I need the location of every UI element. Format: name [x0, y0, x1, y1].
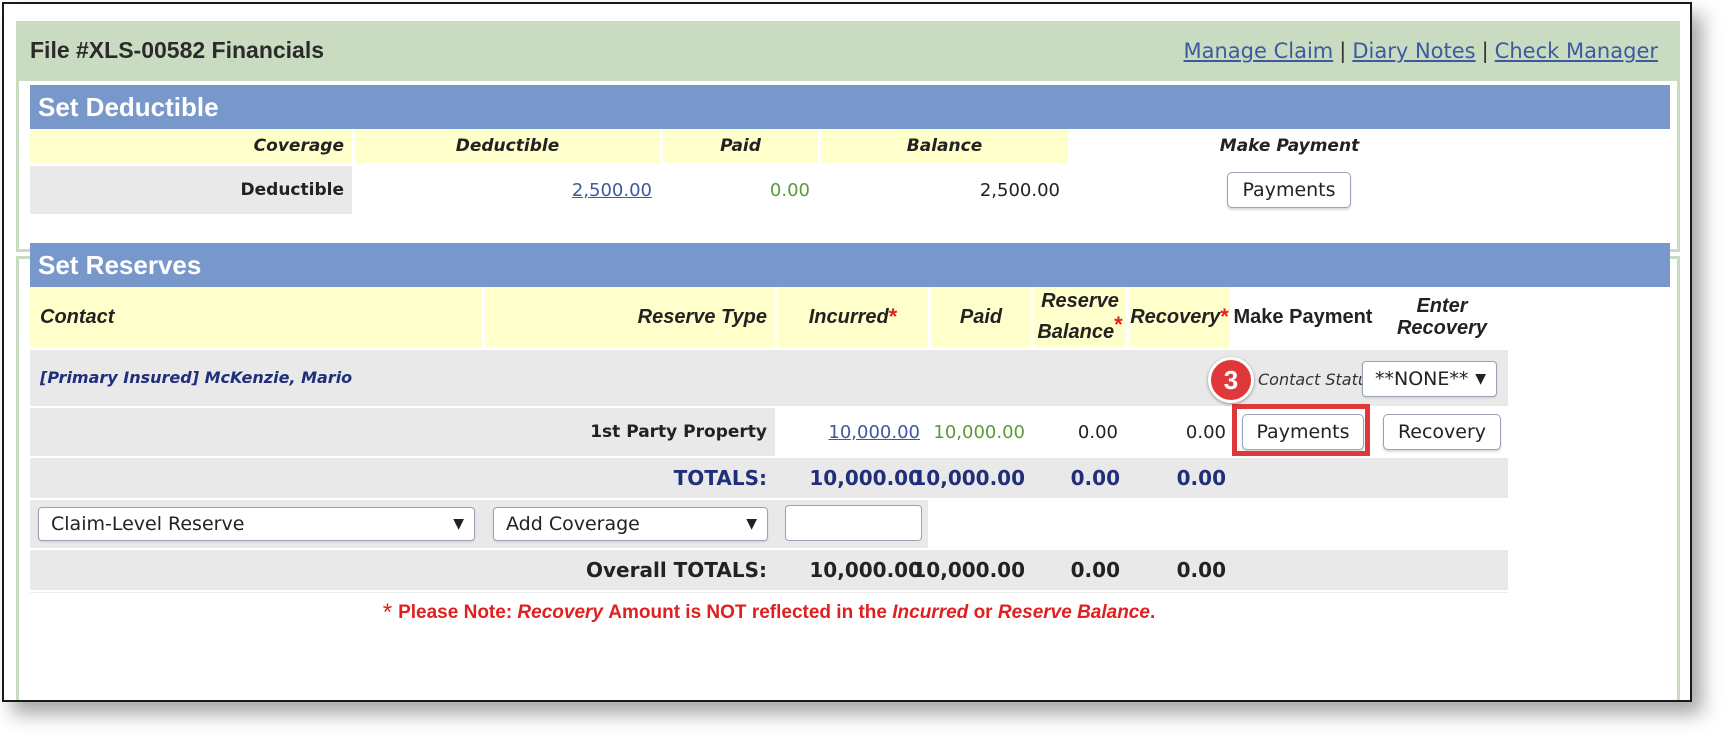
col-contact: Contact: [30, 287, 482, 347]
payments-highlight-box: [1232, 404, 1370, 456]
header-links: Manage Claim | Diary Notes | Check Manager: [1184, 39, 1659, 63]
col-incurred-label: Incurred: [808, 305, 889, 328]
reserve-balance: 0.00: [1034, 408, 1126, 456]
overall-reserve-balance: 0.00: [1070, 558, 1120, 582]
deductible-amount-link[interactable]: 2,500.00: [572, 180, 652, 201]
add-coverage-select[interactable]: Add Coverage ▼: [493, 507, 768, 541]
page-header: File #XLS-00582 Financials Manage Claim |…: [16, 21, 1680, 81]
col-recovery-label: Recovery: [1130, 305, 1221, 328]
overall-totals-label: Overall TOTALS:: [586, 558, 767, 582]
claim-level-reserve-select[interactable]: Claim-Level Reserve ▼: [38, 507, 475, 541]
step-number-badge: 3: [1208, 357, 1254, 403]
col-enter-recovery-line2: Recovery: [1396, 317, 1488, 339]
overall-incurred: 10,000.00: [809, 558, 922, 582]
col-reserve-balance-line1: Reserve: [1041, 290, 1119, 312]
diary-notes-link[interactable]: Diary Notes: [1352, 39, 1475, 63]
recovery-button[interactable]: Recovery: [1383, 414, 1501, 450]
claim-level-reserve-value: Claim-Level Reserve: [51, 513, 245, 535]
page-title: File #XLS-00582 Financials: [30, 37, 325, 63]
deductible-amount-cell: 2,500.00: [355, 166, 660, 214]
incurred-cell: 10,000.00: [778, 408, 928, 456]
col-paid: Paid: [663, 129, 818, 163]
col-enter-recovery-line1: Enter: [1416, 295, 1468, 317]
col-make-payment: Make Payment: [1071, 129, 1508, 163]
check-manager-link[interactable]: Check Manager: [1495, 39, 1658, 63]
caret-down-icon: ▼: [453, 516, 464, 532]
col-deductible: Deductible: [355, 129, 660, 163]
overall-paid: 10,000.00: [912, 558, 1025, 582]
deductible-coverage-label: Deductible: [30, 166, 352, 214]
col-reserve-type: Reserve Type: [485, 287, 775, 347]
totals-incurred: 10,000.00: [809, 466, 922, 490]
col-coverage: Coverage: [30, 129, 352, 163]
reserve-type-label: 1st Party Property: [30, 408, 775, 456]
note-reserve-balance: Reserve Balance: [997, 601, 1150, 623]
link-separator: |: [1339, 39, 1347, 63]
manage-claim-link[interactable]: Manage Claim: [1184, 39, 1334, 63]
col-balance: Balance: [821, 129, 1068, 163]
col-incurred: Incurred *: [778, 287, 928, 347]
col-recovery: Recovery *: [1129, 287, 1230, 347]
note-middle: Amount is NOT reflected in the: [608, 601, 887, 623]
required-mark: *: [1220, 304, 1229, 329]
note-or: or: [973, 601, 993, 623]
financials-window: File #XLS-00582 Financials Manage Claim |…: [2, 2, 1692, 702]
totals-recovery: 0.00: [1176, 466, 1226, 490]
note-recovery: Recovery: [517, 601, 603, 623]
reserve-recovery: 0.00: [1129, 408, 1230, 456]
incurred-amount-link[interactable]: 10,000.00: [828, 422, 920, 443]
add-reserve-blank: [931, 500, 1508, 548]
required-mark: *: [888, 304, 898, 329]
totals-label: TOTALS:: [673, 466, 767, 490]
deductible-balance: 2,500.00: [821, 166, 1068, 214]
add-coverage-value: Add Coverage: [506, 513, 640, 535]
reserve-paid: 10,000.00: [931, 408, 1031, 456]
reserve-amount-input[interactable]: [785, 505, 922, 541]
contact-status-select[interactable]: **NONE** ▼: [1362, 361, 1497, 397]
link-separator: |: [1481, 39, 1489, 63]
caret-down-icon: ▼: [746, 516, 757, 532]
deductible-payments-button[interactable]: Payments: [1227, 172, 1351, 208]
note-star: *: [382, 598, 393, 626]
note-end: .: [1149, 601, 1156, 623]
col-enter-recovery: Enter Recovery: [1376, 287, 1508, 347]
set-deductible-title: Set Deductible: [30, 85, 1670, 129]
recovery-note: * Please Note: Recovery Amount is NOT re…: [30, 592, 1508, 632]
col-make-payment-reserve: Make Payment: [1233, 287, 1373, 347]
totals-reserve-balance: 0.00: [1070, 466, 1120, 490]
overall-recovery: 0.00: [1176, 558, 1226, 582]
contact-status-value: **NONE**: [1375, 368, 1469, 390]
col-paid-reserve: Paid: [931, 287, 1031, 347]
note-prefix: Please Note:: [398, 601, 513, 623]
contact-name[interactable]: [Primary Insured] McKenzie, Mario: [40, 368, 352, 387]
set-reserves-title: Set Reserves: [30, 243, 1670, 287]
deductible-paid: 0.00: [663, 166, 818, 214]
note-incurred: Incurred: [892, 601, 969, 623]
caret-down-icon: ▼: [1475, 371, 1486, 387]
col-reserve-balance: Reserve Balance*: [1034, 287, 1126, 347]
totals-paid: 10,000.00: [912, 466, 1025, 490]
contact-status-label: Contact Status: [1258, 370, 1377, 389]
col-reserve-balance-line2: Balance*: [1037, 312, 1123, 343]
